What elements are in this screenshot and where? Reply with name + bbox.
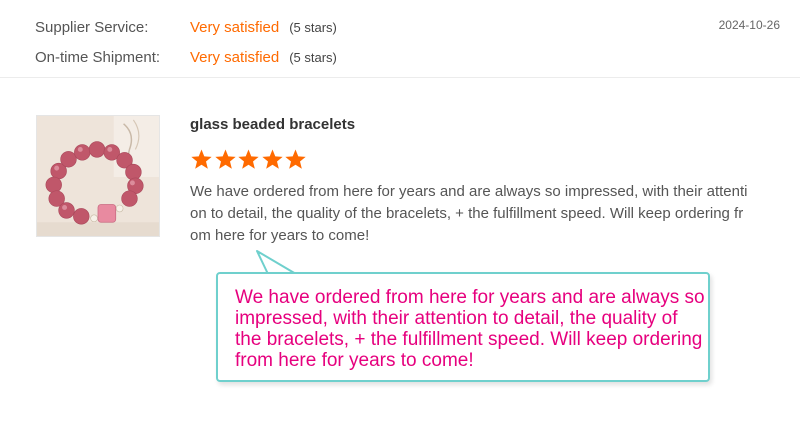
rating-value: Very satisfied: [190, 18, 280, 36]
star-icon: [237, 148, 260, 171]
supplier-service-rating: Supplier Service: Very satisfied (5 star…: [35, 16, 337, 38]
star-icon: [214, 148, 237, 171]
review-text: We have ordered from here for years and …: [190, 183, 748, 244]
review-translation-callout: We have ordered from here for years and …: [216, 272, 710, 382]
star-icon: [261, 148, 284, 171]
star-icon: [190, 148, 213, 171]
on-time-shipment-rating: On-time Shipment: Very satisfied (5 star…: [35, 46, 337, 68]
rating-label: On-time Shipment:: [35, 48, 161, 66]
product-title: glass beaded bracelets: [190, 116, 356, 133]
rating-stars-text: (5 stars): [289, 49, 337, 65]
rating-label: Supplier Service:: [35, 18, 149, 36]
rating-value: Very satisfied: [190, 48, 280, 66]
seller-ratings-section: Supplier Service: Very satisfied (5 star…: [0, 0, 800, 78]
star-icon: [284, 148, 307, 171]
review-star-rating: [190, 148, 308, 171]
bracelet-photo-icon: [37, 116, 159, 236]
callout-text: We have ordered from here for years and …: [235, 287, 705, 371]
rating-stars-text: (5 stars): [289, 19, 337, 35]
product-thumbnail[interactable]: [36, 115, 160, 237]
review-date: 2024-10-26: [718, 18, 780, 32]
